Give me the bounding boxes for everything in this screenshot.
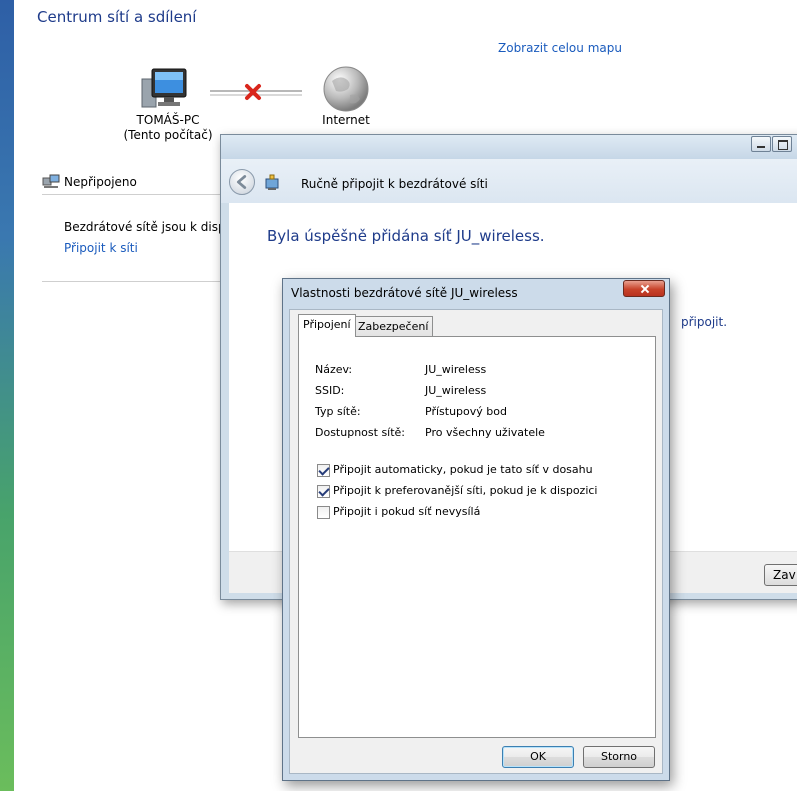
divider bbox=[42, 194, 222, 195]
wizard-title: Ručně připojit k bezdrátové síti bbox=[301, 177, 488, 191]
cancel-button[interactable]: Storno bbox=[583, 746, 655, 768]
computer-name: TOMÁŠ-PC bbox=[136, 113, 200, 127]
minimize-button[interactable] bbox=[751, 136, 771, 152]
auto-connect-checkbox[interactable] bbox=[317, 464, 330, 477]
divider bbox=[42, 281, 222, 282]
disconnected-x-icon bbox=[245, 84, 261, 100]
page-title: Centrum sítí a sdílení bbox=[37, 8, 197, 26]
tab-connection[interactable]: Připojení bbox=[298, 314, 356, 337]
dialog-titlebar: Vlastnosti bezdrátové sítě JU_wireless bbox=[283, 279, 669, 307]
ssid-label: SSID: bbox=[315, 384, 345, 397]
prefer-network-label[interactable]: Připojit k preferovanější síti, pokud je… bbox=[333, 484, 597, 497]
internet-globe-icon[interactable] bbox=[322, 65, 370, 113]
ssid-value: JU_wireless bbox=[425, 384, 487, 397]
wizard-close-button[interactable]: Zav bbox=[764, 564, 797, 586]
availability-value: Pro všechny uživatele bbox=[425, 426, 545, 439]
close-button[interactable] bbox=[623, 280, 665, 297]
network-computers-icon bbox=[42, 174, 60, 188]
hidden-network-checkbox[interactable] bbox=[317, 506, 330, 519]
connect-to-network-link[interactable]: Připojit k síti bbox=[64, 241, 138, 255]
status-not-connected: Nepřipojeno bbox=[64, 175, 137, 189]
tab-panel-connection: Název: JU_wireless SSID: JU_wireless Typ… bbox=[298, 336, 656, 738]
prefer-network-checkbox[interactable] bbox=[317, 485, 330, 498]
computer-icon[interactable] bbox=[138, 67, 188, 111]
tab-security[interactable]: Zabezpečení bbox=[353, 316, 434, 337]
dialog-body: Připojení Zabezpečení Název: JU_wireless… bbox=[289, 309, 663, 774]
wireless-network-icon bbox=[265, 174, 279, 190]
name-value: JU_wireless bbox=[425, 363, 487, 376]
ok-button[interactable]: OK bbox=[502, 746, 574, 768]
name-label: Název: bbox=[315, 363, 353, 376]
hidden-network-label[interactable]: Připojit i pokud síť nevysílá bbox=[333, 505, 480, 518]
wizard-partial-text: připojit. bbox=[681, 315, 728, 329]
network-type-value: Přístupový bod bbox=[425, 405, 507, 418]
computer-subtitle: (Tento počítač) bbox=[123, 128, 213, 142]
back-arrow-button[interactable] bbox=[229, 169, 255, 195]
wireless-properties-dialog: Vlastnosti bezdrátové sítě JU_wireless P… bbox=[282, 278, 670, 781]
auto-connect-label[interactable]: Připojit automaticky, pokud je tato síť … bbox=[333, 463, 593, 476]
availability-label: Dostupnost sítě: bbox=[315, 426, 406, 439]
success-message: Byla úspěšně přidána síť JU_wireless. bbox=[267, 227, 545, 245]
network-type-label: Typ sítě: bbox=[315, 405, 361, 418]
internet-label: Internet bbox=[322, 113, 370, 127]
wizard-titlebar bbox=[221, 135, 797, 159]
left-gradient-strip bbox=[0, 0, 14, 791]
dialog-title: Vlastnosti bezdrátové sítě JU_wireless bbox=[291, 286, 518, 300]
show-full-map-link[interactable]: Zobrazit celou mapu bbox=[498, 41, 622, 55]
maximize-button[interactable] bbox=[772, 136, 792, 152]
